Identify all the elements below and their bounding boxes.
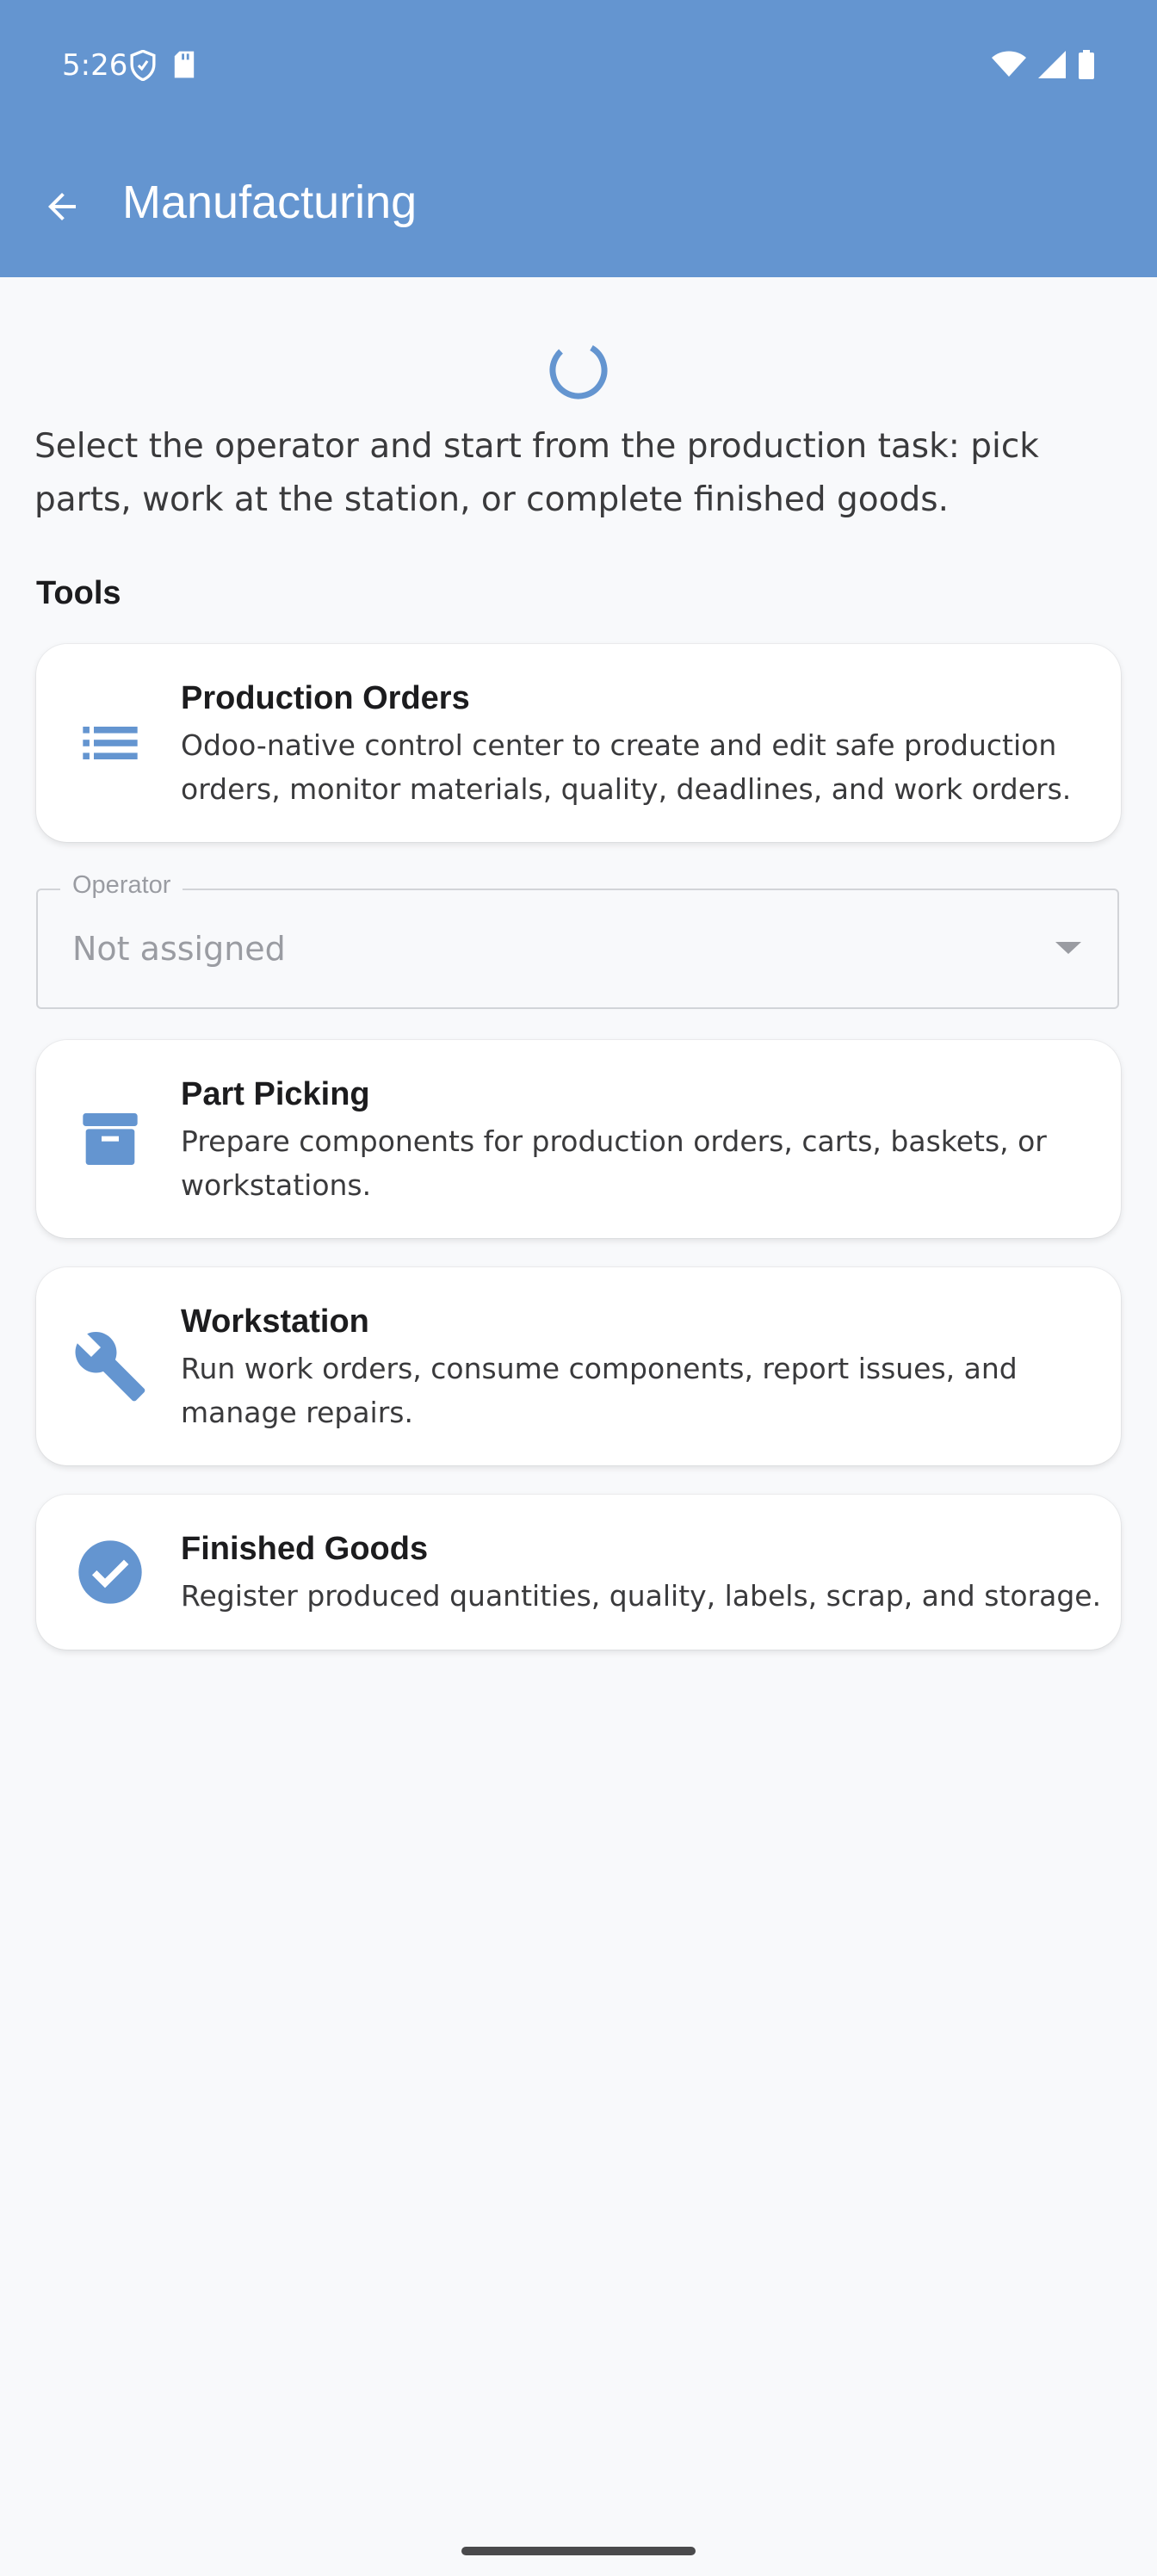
card-description: Run work orders, consume components, rep…: [181, 1352, 1018, 1429]
battery-icon: [1078, 50, 1095, 84]
operator-label: Operator: [60, 871, 183, 900]
sd-card-icon: [172, 50, 196, 85]
app-bar: Manufacturing: [0, 138, 1157, 277]
status-time: 5:26: [62, 48, 128, 83]
wifi-icon: [992, 51, 1026, 83]
page-title: Manufacturing: [122, 176, 418, 228]
workstation-card[interactable]: Workstation Run work orders, consume com…: [36, 1267, 1121, 1465]
card-title: Workstation: [181, 1303, 369, 1340]
card-title: Part Picking: [181, 1076, 370, 1112]
operator-value: Not assigned: [72, 930, 286, 968]
status-bar: 5:26: [0, 0, 1157, 138]
tools-section-label: Tools: [36, 575, 121, 611]
status-left-icons: [129, 49, 196, 85]
list-icon: [72, 705, 148, 781]
card-description: Prepare components for production orders…: [181, 1124, 1047, 1202]
finished-goods-card[interactable]: Finished Goods Register produced quantit…: [36, 1495, 1121, 1650]
back-button[interactable]: [34, 181, 90, 236]
check-circle-icon: [72, 1534, 148, 1610]
card-title: Finished Goods: [181, 1531, 429, 1567]
loading-spinner: [548, 339, 609, 401]
arrow-back-icon: [41, 186, 83, 232]
card-description: Odoo-native control center to create and…: [181, 728, 1072, 806]
signal-icon: [1038, 51, 1066, 83]
dropdown-arrow-icon: [1055, 940, 1081, 960]
card-title: Production Orders: [181, 680, 470, 716]
card-description: Register produced quantities, quality, l…: [181, 1579, 1102, 1613]
part-picking-card[interactable]: Part Picking Prepare components for prod…: [36, 1040, 1121, 1238]
archive-box-icon: [72, 1101, 148, 1177]
status-right-icons: [992, 50, 1095, 84]
operator-select[interactable]: Operator Not assigned: [36, 871, 1119, 1009]
intro-text: Select the operator and start from the p…: [34, 427, 1039, 519]
production-orders-card[interactable]: Production Orders Odoo-native control ce…: [36, 644, 1121, 842]
home-indicator[interactable]: [461, 2547, 696, 2555]
wrench-icon: [72, 1328, 148, 1404]
shield-icon: [129, 49, 157, 85]
